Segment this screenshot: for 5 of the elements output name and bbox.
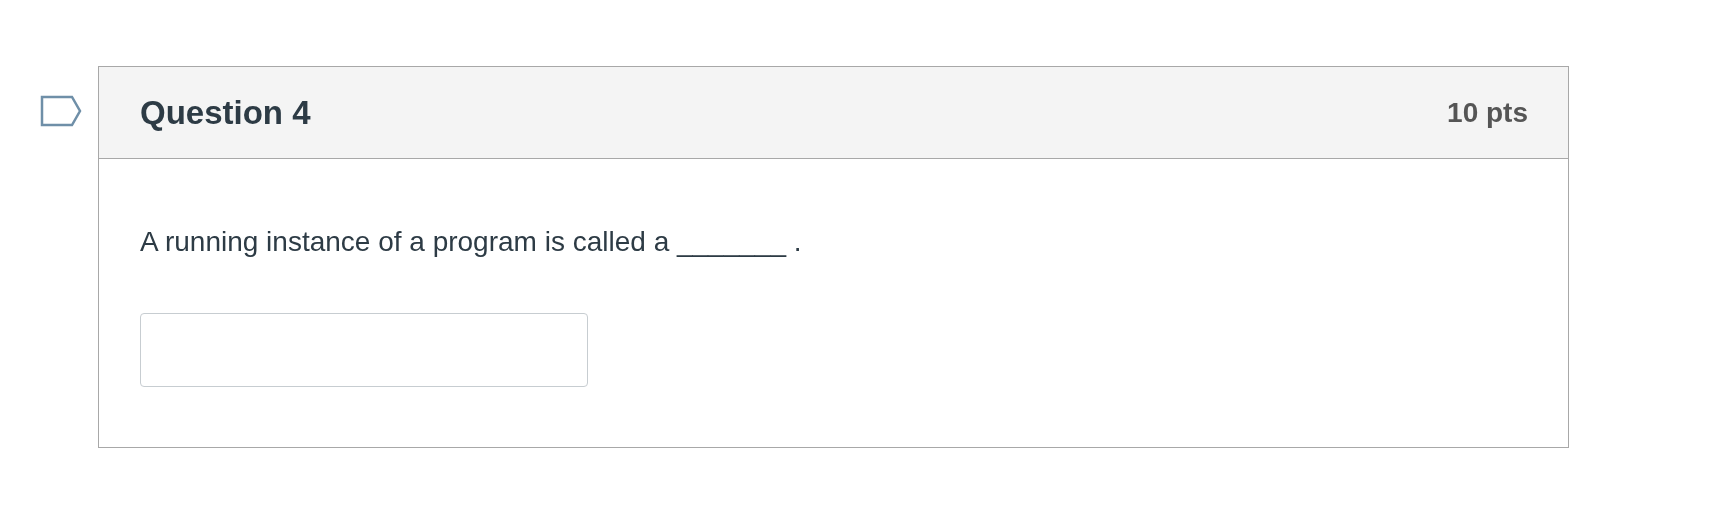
question-text: A running instance of a program is called a _______ . [140, 225, 803, 259]
answer-field[interactable] [140, 313, 588, 387]
question-title: Question 4 [140, 92, 311, 133]
flag-icon[interactable] [40, 95, 82, 127]
points: 10 pts [1447, 95, 1528, 130]
